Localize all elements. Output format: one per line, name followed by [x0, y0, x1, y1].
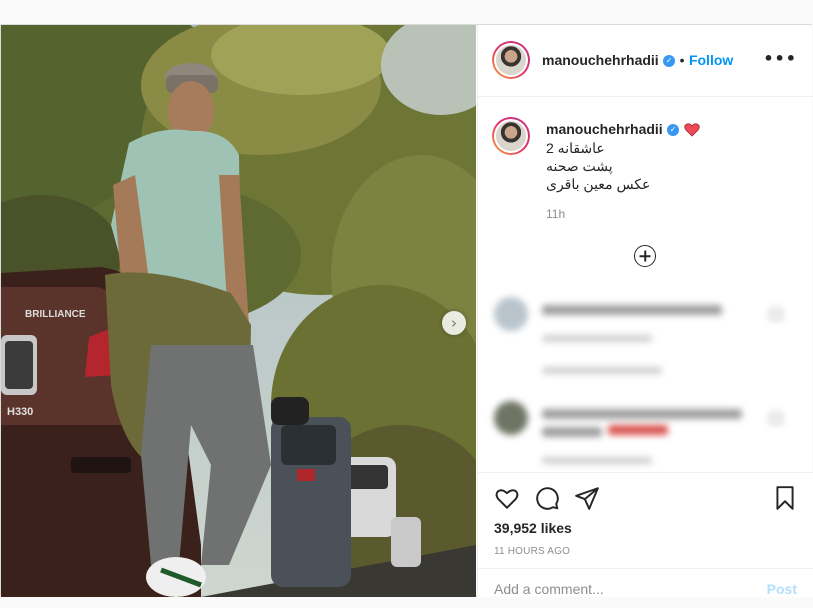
separator-dot: •: [679, 52, 685, 68]
caption-avatar[interactable]: [492, 117, 530, 155]
caption-line: پشت صحنه: [546, 158, 613, 174]
caption-body: عاشقانه 2 پشت صحنه عکس معین باقری: [546, 139, 650, 193]
car-badge: BRILLIANCE: [25, 309, 86, 320]
view-replies: [542, 367, 662, 374]
next-photo-button[interactable]: ›: [442, 311, 466, 335]
comment-bar: Post: [478, 568, 813, 608]
comment-avatar: [494, 297, 528, 331]
more-icon[interactable]: •••: [763, 49, 797, 68]
caption-time[interactable]: 11h: [546, 207, 565, 221]
post-time[interactable]: 11 HOURS AGO: [494, 546, 570, 557]
car-model: H330: [7, 406, 33, 418]
post-photo[interactable]: BRILLIANCE H330 ›: [1, 25, 476, 597]
author-avatar[interactable]: [492, 41, 530, 79]
photo-illustration: BRILLIANCE H330: [1, 25, 476, 597]
plus-circle-icon[interactable]: [634, 245, 656, 267]
caption-user-row: manouchehrhadii ✓: [546, 121, 700, 139]
comment-text: [542, 427, 602, 437]
comment-like-icon: [770, 309, 782, 320]
heart-emoji-icon: [683, 123, 700, 137]
share-icon[interactable]: [574, 485, 600, 511]
post-header: manouchehrhadii ✓ • Follow •••: [478, 25, 813, 97]
post-comment-button[interactable]: Post: [767, 581, 797, 597]
chevron-right-icon: ›: [451, 313, 457, 332]
post-side-panel: manouchehrhadii ✓ • Follow ••• manoucheh…: [477, 25, 813, 597]
bookmark-icon[interactable]: [772, 485, 798, 511]
comment-meta: [542, 457, 652, 464]
post-card: BRILLIANCE H330 › manouchehrhadii ✓ • Fo…: [0, 24, 813, 597]
comment-input[interactable]: [494, 581, 744, 597]
likes-count[interactable]: 39,952 likes: [494, 520, 572, 536]
comment-text: [542, 409, 742, 419]
verified-icon: ✓: [663, 54, 676, 67]
post-actions: 39,952 likes 11 HOURS AGO Post: [478, 472, 813, 597]
comment-avatar: [494, 401, 528, 435]
comment-meta: [542, 335, 652, 342]
comment-text: [542, 305, 722, 315]
follow-button[interactable]: Follow: [689, 52, 733, 68]
caption-line: عاشقانه 2: [546, 140, 605, 156]
heart-icon[interactable]: [494, 485, 520, 511]
caption-username[interactable]: manouchehrhadii: [546, 121, 663, 137]
verified-icon: ✓: [667, 123, 680, 136]
author-username[interactable]: manouchehrhadii: [542, 52, 659, 68]
caption-line: عکس معین باقری: [546, 176, 651, 192]
header-user-row: manouchehrhadii ✓ • Follow: [542, 52, 733, 70]
comment-icon[interactable]: [534, 485, 560, 511]
comment-like-icon: [770, 413, 782, 424]
comment-emojis: [608, 425, 668, 435]
